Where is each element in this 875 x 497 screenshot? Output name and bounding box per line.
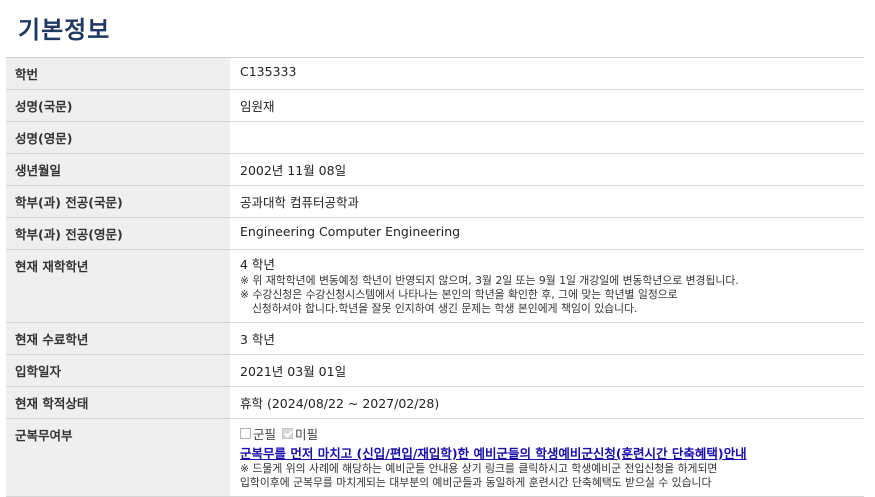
row-name-en: 성명(영문) [6,121,864,154]
grade-note-1: ※ 위 재학학년에 변동예정 학년이 반영되지 않으며, 3월 2일 또는 9월… [240,274,739,287]
value-dept-kr: 공과대학 컴퓨터공학과 [230,185,864,218]
label-status: 현재 학적상태 [6,386,230,419]
page-title: 기본정보 [18,16,111,44]
label-dept-en: 학부(과) 전공(영문) [6,217,230,250]
row-birth: 생년월일 2002년 11월 08일 [6,153,864,186]
label-name-kr: 성명(국문) [6,89,230,122]
label-student-id: 학번 [6,57,230,90]
row-military: 군복무여부 군필 미필 군복무를 먼저 마치고 (신입/편입/재입학)한 예비군… [6,418,864,497]
military-note-1: ※ 드물게 위의 사례에 해당하는 예비군들 안내용 상기 링크를 클릭하시고 … [240,462,718,475]
row-dept-kr: 학부(과) 전공(국문) 공과대학 컴퓨터공학과 [6,185,864,218]
value-name-kr: 임원재 [230,89,864,122]
value-status: 휴학 (2024/08/22 ~ 2027/02/28) [230,386,864,419]
basic-info-table: 학번 C135333 성명(국문) 임원재 성명(영문) 생년월일 2002년 … [6,57,864,497]
checkbox-not-done-label: 미필 [295,426,319,442]
value-admission-date: 2021년 03월 01일 [230,354,864,387]
value-dept-en: Engineering Computer Engineering [230,217,864,250]
label-name-en: 성명(영문) [6,121,230,154]
label-dept-kr: 학부(과) 전공(국문) [6,185,230,218]
value-completed-grade: 3 학년 [230,322,864,355]
checkbox-not-done[interactable] [282,427,294,439]
military-options: 군필 미필 [240,425,864,442]
cell-military: 군필 미필 군복무를 먼저 마치고 (신입/편입/재입학)한 예비군들의 학생예… [230,418,864,497]
checkbox-done-label: 군필 [253,426,277,442]
row-dept-en: 학부(과) 전공(영문) Engineering Computer Engine… [6,217,864,250]
grade-note-3: 신청하셔야 합니다.학년을 잘못 인지하여 생긴 문제는 학생 본인에게 책임이… [252,302,638,315]
value-name-en [230,121,864,154]
checkbox-done[interactable] [240,427,251,439]
row-student-id: 학번 C135333 [6,57,864,90]
label-military: 군복무여부 [6,418,230,497]
reserve-forces-info-link[interactable]: 군복무를 먼저 마치고 (신입/편입/재입학)한 예비군들의 학생예비군신청(훈… [240,443,747,462]
value-birth: 2002년 11월 08일 [230,153,864,186]
military-note-2: 입학이후에 군복무를 마치게되는 대부분의 예비군들과 동일하게 훈련시간 단축… [240,476,712,489]
row-status: 현재 학적상태 휴학 (2024/08/22 ~ 2027/02/28) [6,386,864,419]
row-completed-grade: 현재 수료학년 3 학년 [6,322,864,355]
label-birth: 생년월일 [6,153,230,186]
row-name-kr: 성명(국문) 임원재 [6,89,864,122]
grade-note-2: ※ 수강신청은 수강신청시스템에서 나타나는 본인의 학년을 확인한 후, 그에… [240,288,678,301]
row-grade: 현재 재학학년 4 학년 ※ 위 재학학년에 변동예정 학년이 반영되지 않으며… [6,249,864,323]
label-completed-grade: 현재 수료학년 [6,322,230,355]
cell-grade: 4 학년 ※ 위 재학학년에 변동예정 학년이 반영되지 않으며, 3월 2일 … [230,249,864,323]
row-admission-date: 입학일자 2021년 03월 01일 [6,354,864,387]
label-admission-date: 입학일자 [6,354,230,387]
value-grade: 4 학년 [240,257,275,272]
value-student-id: C135333 [230,57,864,90]
label-grade: 현재 재학학년 [6,249,230,323]
